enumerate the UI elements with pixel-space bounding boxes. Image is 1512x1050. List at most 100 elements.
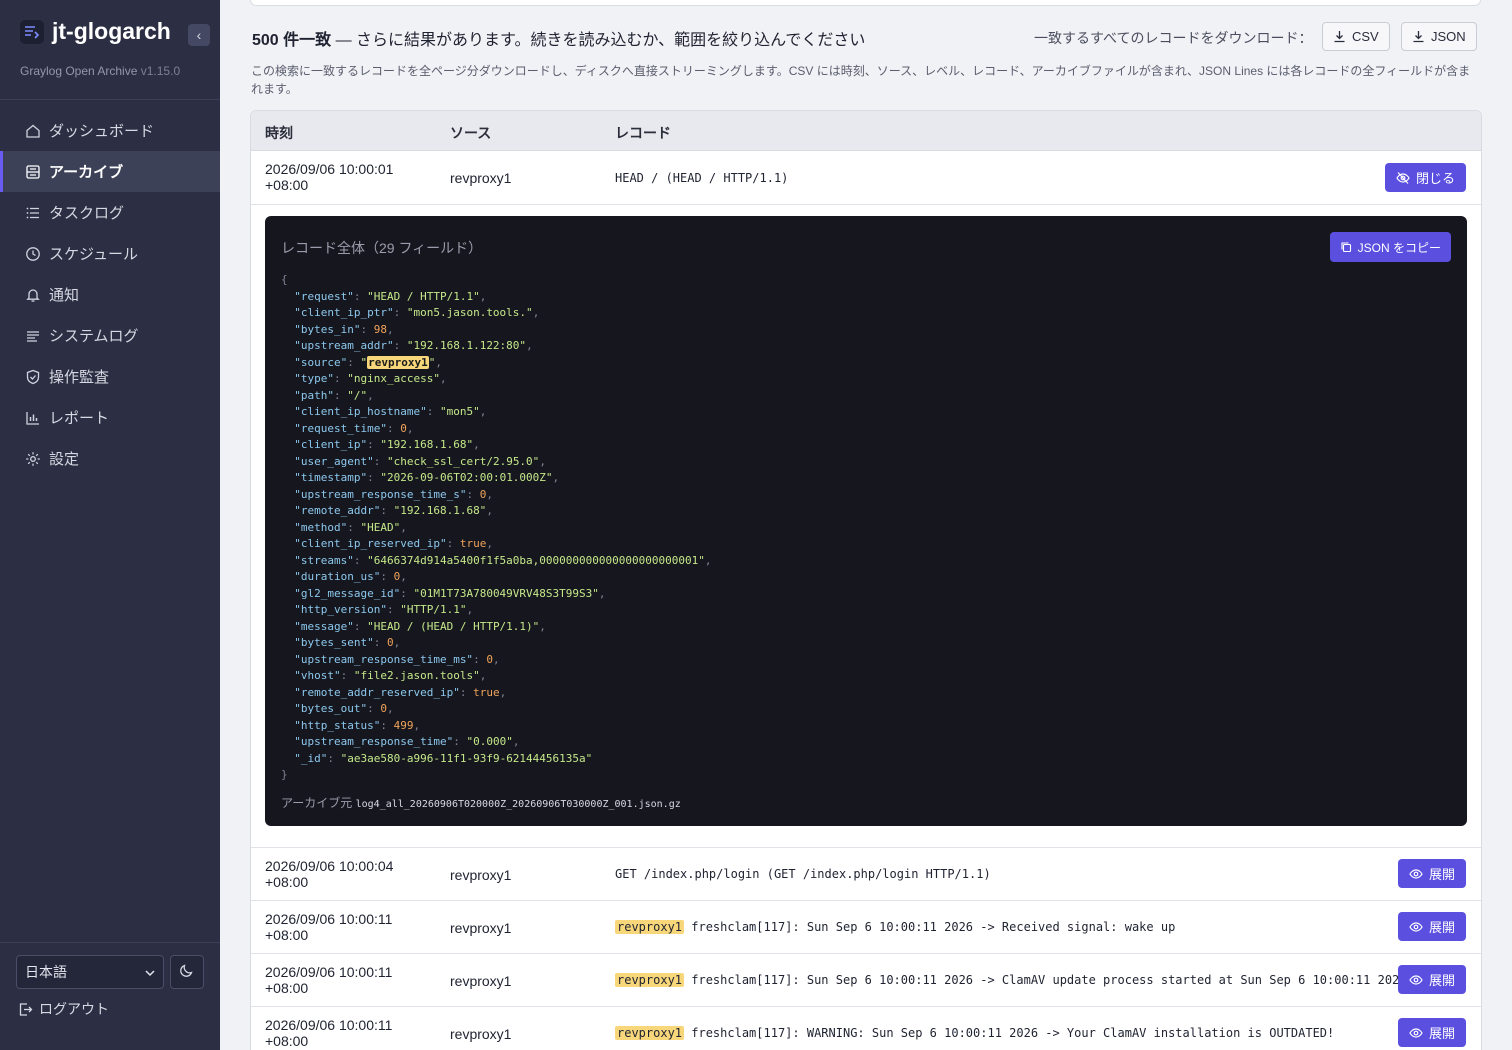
table-row[interactable]: 2026/09/06 10:00:04 +08:00 revproxy1 GET… [251, 848, 1481, 901]
result-message: — さらに結果があります。続きを読み込むか、範囲を絞り込んでください [331, 32, 866, 49]
sidebar-item-label: スケジュール [49, 246, 138, 263]
sidebar-item-label: レポート [49, 410, 110, 427]
sidebar: jt-glogarch ‹ Graylog Open Archive v1.15… [0, 0, 220, 1050]
json-key: "upstream_response_time_s" [294, 487, 467, 501]
table-row[interactable]: 2026/09/06 10:00:01 +08:00 revproxy1 HEA… [251, 151, 1481, 205]
row-time: 2026/09/06 10:00:11 +08:00 [265, 1017, 393, 1049]
result-summary: 500 件一致 — さらに結果があります。続きを読み込むか、範囲を絞り込んでくだ… [252, 26, 865, 50]
row-record: HEAD / (HEAD / HTTP/1.1) [615, 171, 789, 185]
moon-icon [179, 962, 195, 983]
expand-button[interactable]: 展開 [1397, 912, 1466, 941]
json-key: "request_time" [294, 421, 387, 435]
json-value: "file2.jason.tools" [353, 669, 480, 682]
json-value: "ae3ae580-a996-11f1-93f9-62144456135a" [340, 751, 593, 765]
json-key: "method" [294, 520, 348, 534]
row-time: 2026/09/06 10:00:11 +08:00 [265, 964, 393, 996]
detail-title: レコード全体（29 フィールド） [281, 240, 483, 256]
expand-button[interactable]: 展開 [1397, 965, 1466, 994]
json-key: "bytes_out" [294, 702, 368, 715]
download-icon [1333, 30, 1346, 43]
record-detail-panel: レコード全体（29 フィールド） JSON をコピー { "request": … [265, 216, 1467, 826]
sidebar-item-system-log[interactable]: システムログ [0, 315, 220, 356]
json-value: "mon5" [439, 405, 480, 418]
json-value: 0 [386, 636, 394, 649]
source-highlight: revproxy1 [615, 920, 685, 934]
collapse-sidebar-button[interactable]: ‹ [188, 24, 210, 46]
copy-json-button[interactable]: JSON をコピー [1329, 232, 1451, 262]
sidebar-item-notifications[interactable]: 通知 [0, 274, 220, 315]
row-source: revproxy1 [450, 1026, 512, 1042]
json-value: "/" [347, 388, 368, 402]
json-value: "HEAD / HTTP/1.1" [367, 289, 480, 303]
chevron-down-icon [145, 964, 155, 980]
json-value: true [459, 537, 487, 550]
records-table: 時刻 ソース レコード 2026/09/06 10:00:01 +08:00 r… [250, 110, 1482, 1050]
theme-toggle-button[interactable] [170, 955, 204, 989]
sidebar-item-dashboard[interactable]: ダッシュボード [0, 110, 220, 151]
json-value: 98 [373, 322, 387, 336]
home-icon [24, 122, 41, 139]
download-label: 一致するすべてのレコードをダウンロード： [1034, 30, 1313, 46]
json-key: "bytes_in" [294, 322, 361, 336]
json-value: 0 [393, 570, 401, 583]
sidebar-item-reports[interactable]: レポート [0, 397, 220, 438]
json-key: "request" [294, 289, 354, 303]
eye-off-icon [1396, 171, 1410, 185]
sidebar-item-task-log[interactable]: タスクログ [0, 192, 220, 233]
json-key: "http_version" [294, 603, 387, 616]
archive-filename: log4_all_20260906T020000Z_20260906T03000… [355, 799, 681, 810]
sidebar-nav: ダッシュボード アーカイブ タスクログ スケジュール 通知 システムログ 操作監… [0, 110, 220, 479]
language-value: 日本語 [25, 964, 67, 980]
json-key: "client_ip_hostname" [294, 405, 427, 418]
json-key: "vhost" [294, 669, 341, 682]
json-key: "timestamp" [294, 471, 368, 484]
json-value: "192.168.1.68" [380, 438, 474, 451]
expand-button[interactable]: 展開 [1397, 859, 1466, 888]
column-header-record: レコード [615, 125, 671, 141]
json-value: "HEAD / (HEAD / HTTP/1.1)" [367, 619, 540, 633]
expand-label: 展開 [1428, 920, 1455, 935]
table-row[interactable]: 2026/09/06 10:00:11 +08:00 revproxy1 rev… [251, 1007, 1481, 1050]
clock-icon [24, 245, 41, 262]
column-header-time: 時刻 [265, 125, 293, 141]
sidebar-item-label: 操作監査 [49, 369, 110, 386]
json-value: "01M1T73A780049VRV48S3T99S3" [413, 586, 599, 600]
download-json-button[interactable]: JSON [1401, 22, 1477, 51]
bar-chart-icon [24, 409, 41, 426]
expand-button[interactable]: 展開 [1397, 1018, 1466, 1047]
sidebar-divider [0, 99, 220, 100]
archive-label: アーカイブ元 [281, 796, 353, 810]
version-text: v1.15.0 [140, 64, 181, 78]
json-value: "HEAD" [360, 520, 401, 534]
json-value: "0.000" [466, 735, 513, 748]
json-key: "_id" [294, 751, 328, 765]
json-value: "2026-09-06T02:00:01.000Z" [380, 471, 553, 484]
sidebar-item-label: 設定 [49, 451, 80, 468]
subtitle-text: Graylog Open Archive [20, 64, 138, 78]
json-key: "type" [294, 372, 334, 385]
sidebar-item-audit[interactable]: 操作監査 [0, 356, 220, 397]
source-highlight: revproxy1 [615, 1026, 685, 1040]
expand-label: 展開 [1428, 867, 1455, 882]
json-key: "remote_addr" [294, 504, 381, 517]
collapse-button[interactable]: 閉じる [1384, 163, 1466, 192]
json-key: "remote_addr_reserved_ip" [294, 685, 460, 699]
sidebar-item-schedule[interactable]: スケジュール [0, 233, 220, 274]
sidebar-item-archive[interactable]: アーカイブ [0, 151, 220, 192]
table-row[interactable]: 2026/09/06 10:00:11 +08:00 revproxy1 rev… [251, 954, 1481, 1007]
download-csv-button[interactable]: CSV [1322, 22, 1390, 51]
brand[interactable]: jt-glogarch [20, 18, 171, 45]
json-viewer[interactable]: { "request": "HEAD / HTTP/1.1", "client_… [281, 272, 712, 784]
json-value: true [473, 685, 500, 699]
sidebar-item-label: ダッシュボード [49, 123, 155, 140]
sidebar-item-label: アーカイブ [49, 164, 124, 181]
row-record-text: freshclam[117]: Sun Sep 6 10:00:11 2026 … [684, 973, 1407, 987]
logout-link[interactable]: ログアウト [18, 999, 109, 1019]
csv-label: CSV [1352, 29, 1379, 44]
sidebar-item-settings[interactable]: 設定 [0, 438, 220, 479]
copy-json-label: JSON をコピー [1357, 240, 1441, 255]
download-icon [1412, 30, 1425, 43]
language-select[interactable]: 日本語 [16, 955, 164, 989]
app-name: jt-glogarch [52, 18, 171, 44]
table-row[interactable]: 2026/09/06 10:00:11 +08:00 revproxy1 rev… [251, 901, 1481, 954]
